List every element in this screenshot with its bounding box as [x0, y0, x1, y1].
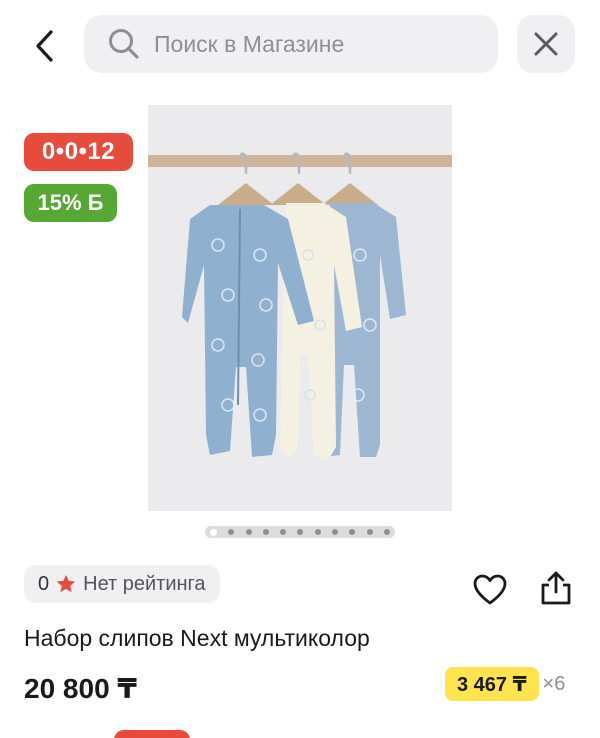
- gallery-dot[interactable]: [262, 529, 269, 535]
- installment-offer[interactable]: 3 467 ₸ ×6: [445, 667, 565, 701]
- star-icon: [56, 574, 76, 593]
- gallery-dot[interactable]: [366, 529, 373, 535]
- gallery-dot[interactable]: [228, 529, 235, 535]
- sleepsuits-photo: [148, 105, 452, 511]
- back-button[interactable]: [24, 25, 66, 67]
- bonus-badge: 15% Б: [24, 184, 117, 222]
- search-icon: [104, 24, 144, 64]
- rating-chip[interactable]: 0 Нет рейтинга: [24, 565, 220, 603]
- gallery-dot[interactable]: [210, 528, 217, 536]
- close-button[interactable]: [517, 15, 575, 73]
- gallery-dot[interactable]: [297, 529, 304, 535]
- installment-amount: 3 467 ₸: [445, 667, 539, 701]
- gallery-dot[interactable]: [383, 529, 390, 535]
- bottom-partial-element: [114, 730, 190, 738]
- product-image[interactable]: [148, 105, 452, 511]
- gallery-dot[interactable]: [349, 529, 356, 535]
- share-icon: [541, 571, 571, 605]
- rating-count: 0: [38, 572, 50, 595]
- close-icon: [534, 32, 558, 56]
- installment-badge: 0•0•12: [24, 133, 133, 171]
- gallery-pagination[interactable]: [205, 526, 395, 538]
- rating-label: Нет рейтинга: [83, 572, 206, 595]
- gallery-dot[interactable]: [332, 529, 339, 535]
- gallery-dot[interactable]: [314, 529, 321, 535]
- share-button[interactable]: [536, 568, 576, 608]
- product-price: 20 800 ₸: [24, 673, 137, 704]
- search-input[interactable]: Поиск в Магазине: [84, 15, 498, 73]
- favorite-button[interactable]: [470, 570, 510, 610]
- installment-times: ×6: [542, 672, 566, 695]
- search-placeholder: Поиск в Магазине: [154, 30, 345, 57]
- product-title: Набор слипов Next мультиколор: [24, 625, 370, 651]
- gallery-dot[interactable]: [280, 529, 287, 535]
- gallery-dot[interactable]: [245, 529, 252, 535]
- top-bar: Поиск в Магазине: [0, 15, 600, 73]
- chevron-left-icon: [36, 30, 53, 62]
- heart-icon: [473, 574, 507, 605]
